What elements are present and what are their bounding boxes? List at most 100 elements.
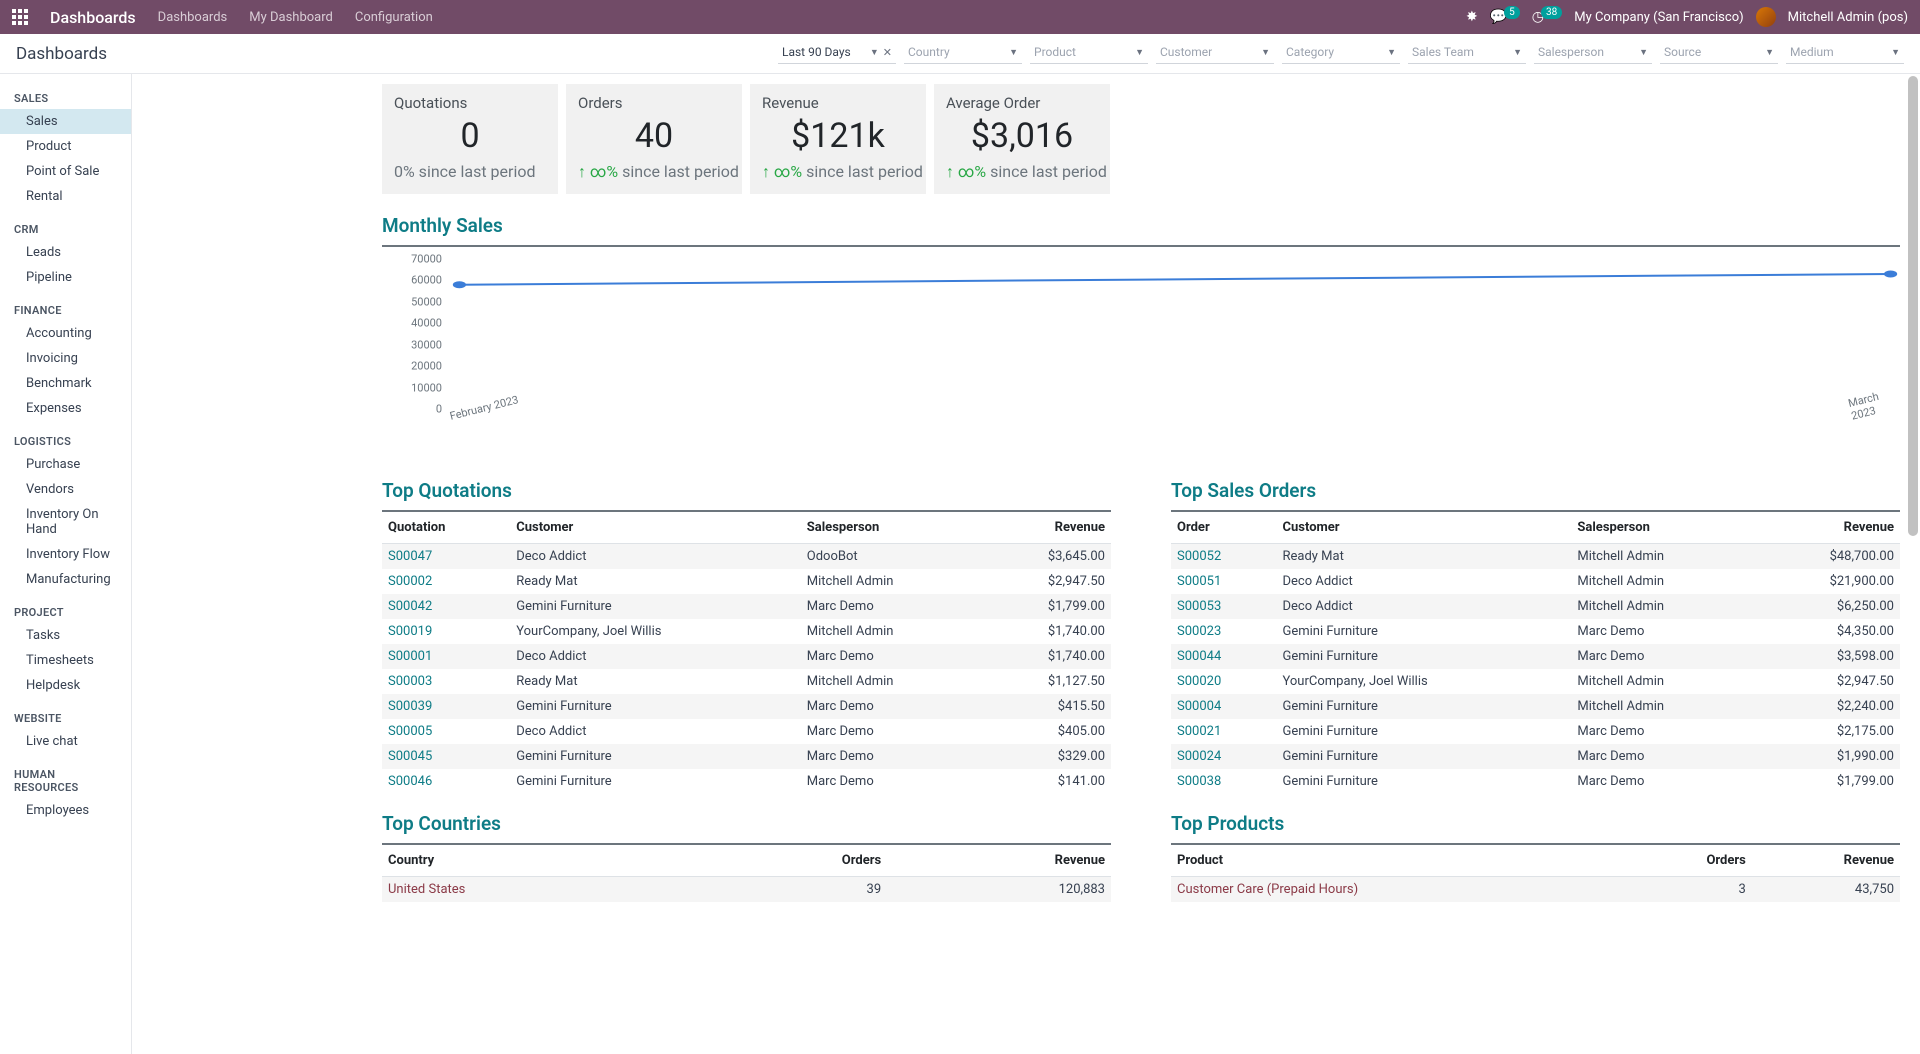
column-header: Revenue (1752, 844, 1900, 877)
page-title: Dashboards (16, 44, 107, 64)
dashboard-content: Quotations00% since last period Orders 40 ↑… (132, 74, 1920, 1054)
sidebar-item-product[interactable]: Product (0, 134, 131, 159)
table-row: S00024Gemini FurnitureMarc Demo$1,990.00 (1171, 744, 1900, 769)
monthly-sales-chart: 010000200003000040000500006000070000Febr… (382, 245, 1900, 435)
kpi-label: Revenue (762, 94, 914, 112)
table-row: S00021Gemini FurnitureMarc Demo$2,175.00 (1171, 719, 1900, 744)
sidebar-item-rental[interactable]: Rental (0, 184, 131, 209)
record-link[interactable]: S00001 (388, 649, 432, 664)
table-row: Customer Care (Prepaid Hours)343,750 (1171, 877, 1900, 903)
record-link[interactable]: S00019 (388, 624, 432, 639)
bug-icon[interactable]: ✸ (1466, 9, 1478, 25)
top-orders-table: OrderCustomerSalespersonRevenueS00052Rea… (1171, 510, 1900, 794)
messages-icon[interactable]: 💬5 (1490, 9, 1520, 25)
column-header: Orders (703, 844, 887, 877)
nav-link-configuration[interactable]: Configuration (355, 10, 433, 25)
sidebar-header: HUMAN RESOURCES (0, 760, 131, 798)
kpi-label: Quotations (394, 94, 546, 112)
brand-title: Dashboards (50, 8, 136, 27)
kpi-value: 40 (578, 116, 730, 156)
record-link[interactable]: S00042 (388, 599, 432, 614)
record-link[interactable]: S00046 (388, 774, 432, 789)
sidebar-item-point-of-sale[interactable]: Point of Sale (0, 159, 131, 184)
record-link[interactable]: S00051 (1177, 574, 1221, 589)
sidebar-item-purchase[interactable]: Purchase (0, 452, 131, 477)
nav-link-my-dashboard[interactable]: My Dashboard (249, 10, 333, 25)
record-link[interactable]: S00005 (388, 724, 432, 739)
top-products-title: Top Products (1171, 812, 1900, 835)
record-link[interactable]: S00053 (1177, 599, 1221, 614)
sidebar-item-pipeline[interactable]: Pipeline (0, 265, 131, 290)
chevron-down-icon: ▼ (1387, 47, 1396, 58)
user-menu[interactable]: Mitchell Admin (pos) (1788, 10, 1908, 25)
chevron-down-icon: ▼ (1009, 47, 1018, 58)
sidebar-item-manufacturing[interactable]: Manufacturing (0, 567, 131, 592)
filter-customer[interactable]: Customer▼ (1156, 43, 1274, 64)
top-nav: Dashboards Dashboards My Dashboard Confi… (0, 0, 1920, 34)
table-row: S00019YourCompany, Joel WillisMitchell A… (382, 619, 1111, 644)
sidebar-item-timesheets[interactable]: Timesheets (0, 648, 131, 673)
sidebar: SALESSalesProductPoint of SaleRentalCRML… (0, 74, 132, 1054)
chevron-down-icon: ▼ (1513, 47, 1522, 58)
filter-medium[interactable]: Medium▼ (1786, 43, 1904, 64)
sidebar-item-accounting[interactable]: Accounting (0, 321, 131, 346)
record-link[interactable]: S00044 (1177, 649, 1221, 664)
sidebar-item-tasks[interactable]: Tasks (0, 623, 131, 648)
record-link[interactable]: S00021 (1177, 724, 1221, 739)
record-link[interactable]: Customer Care (Prepaid Hours) (1177, 882, 1358, 897)
record-link[interactable]: S00047 (388, 549, 432, 564)
company-selector[interactable]: My Company (San Francisco) (1574, 10, 1743, 25)
sidebar-item-leads[interactable]: Leads (0, 240, 131, 265)
record-link[interactable]: S00002 (388, 574, 432, 589)
filter-salesperson[interactable]: Salesperson▼ (1534, 43, 1652, 64)
kpi-label: Average Order (946, 94, 1098, 112)
filter-product[interactable]: Product▼ (1030, 43, 1148, 64)
chevron-down-icon: ▼ (1135, 47, 1144, 58)
record-link[interactable]: United States (388, 882, 465, 897)
table-row: S00053Deco AddictMitchell Admin$6,250.00 (1171, 594, 1900, 619)
sidebar-item-helpdesk[interactable]: Helpdesk (0, 673, 131, 698)
filter-source[interactable]: Source▼ (1660, 43, 1778, 64)
table-row: S00046Gemini FurnitureMarc Demo$141.00 (382, 769, 1111, 794)
sidebar-item-benchmark[interactable]: Benchmark (0, 371, 131, 396)
kpi-row: Quotations00% since last period Orders 40 ↑… (382, 84, 1900, 194)
filter-category[interactable]: Category▼ (1282, 43, 1400, 64)
sidebar-item-inventory-on-hand[interactable]: Inventory On Hand (0, 502, 131, 542)
nav-link-dashboards[interactable]: Dashboards (158, 10, 228, 25)
sidebar-item-employees[interactable]: Employees (0, 798, 131, 823)
kpi-quotations: Quotations00% since last period (382, 84, 558, 194)
column-header: Product (1171, 844, 1630, 877)
sidebar-header: CRM (0, 215, 131, 240)
record-link[interactable]: S00024 (1177, 749, 1221, 764)
record-link[interactable]: S00004 (1177, 699, 1221, 714)
activity-icon[interactable]: ◷38 (1532, 9, 1562, 25)
kpi-label: Orders (578, 94, 730, 112)
sidebar-item-invoicing[interactable]: Invoicing (0, 346, 131, 371)
filter-country[interactable]: Country▼ (904, 43, 1022, 64)
record-link[interactable]: S00020 (1177, 674, 1221, 689)
kpi-delta: ↑ ∞% since last period (762, 162, 914, 182)
record-link[interactable]: S00039 (388, 699, 432, 714)
clear-filter-icon[interactable]: ✕ (883, 46, 892, 59)
sidebar-item-inventory-flow[interactable]: Inventory Flow (0, 542, 131, 567)
table-row: S00005Deco AddictMarc Demo$405.00 (382, 719, 1111, 744)
filter-period[interactable]: Last 90 Days ▼ ✕ (778, 43, 896, 64)
chevron-down-icon: ▼ (1765, 47, 1774, 58)
sidebar-item-sales[interactable]: Sales (0, 109, 131, 134)
table-row: S00052Ready MatMitchell Admin$48,700.00 (1171, 544, 1900, 570)
record-link[interactable]: S00052 (1177, 549, 1221, 564)
sidebar-item-live-chat[interactable]: Live chat (0, 729, 131, 754)
record-link[interactable]: S00023 (1177, 624, 1221, 639)
top-countries-table: CountryOrdersRevenueUnited States39120,8… (382, 843, 1111, 902)
apps-icon[interactable] (12, 9, 28, 25)
record-link[interactable]: S00045 (388, 749, 432, 764)
record-link[interactable]: S00003 (388, 674, 432, 689)
messages-badge: 5 (1504, 6, 1520, 19)
sidebar-item-expenses[interactable]: Expenses (0, 396, 131, 421)
record-link[interactable]: S00038 (1177, 774, 1221, 789)
y-tick: 40000 (411, 317, 442, 330)
sidebar-item-vendors[interactable]: Vendors (0, 477, 131, 502)
table-row: S00020YourCompany, Joel WillisMitchell A… (1171, 669, 1900, 694)
filter-sales-team[interactable]: Sales Team▼ (1408, 43, 1526, 64)
scrollbar-thumb[interactable] (1908, 76, 1918, 536)
